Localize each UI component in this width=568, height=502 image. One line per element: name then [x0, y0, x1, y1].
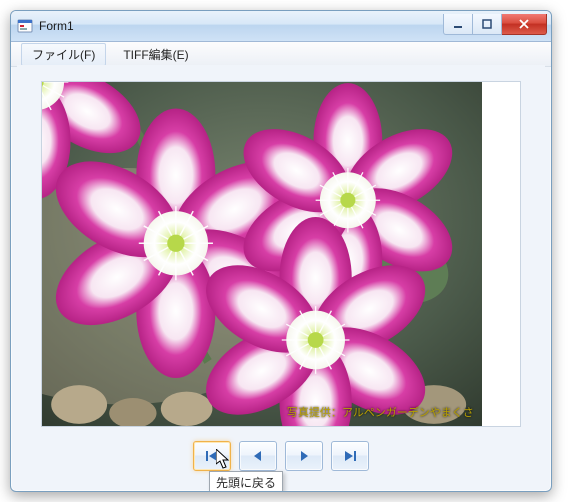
menu-bar: ファイル(F) TIFF編集(E) — [11, 42, 551, 67]
tooltip: 先頭に戻る — [209, 471, 283, 492]
first-button[interactable] — [193, 441, 231, 471]
menu-tiff-edit[interactable]: TIFF編集(E) — [112, 43, 199, 66]
nav-toolbar — [17, 441, 545, 471]
window-title: Form1 — [39, 19, 443, 33]
window-buttons — [443, 14, 547, 34]
minimize-button[interactable] — [443, 14, 473, 35]
image-view: 写真提供：アルペンガーデンやまくさ — [42, 82, 482, 426]
close-button[interactable] — [502, 14, 547, 35]
next-button[interactable] — [285, 441, 323, 471]
last-button[interactable] — [331, 441, 369, 471]
client-area: 写真提供：アルペンガーデンやまくさ — [17, 65, 545, 485]
menu-file[interactable]: ファイル(F) — [21, 43, 106, 66]
maximize-button[interactable] — [473, 14, 502, 35]
image-panel: 写真提供：アルペンガーデンやまくさ — [41, 81, 521, 427]
image-caption: 写真提供：アルペンガーデンやまくさ — [287, 404, 474, 420]
prev-button[interactable] — [239, 441, 277, 471]
app-icon — [17, 18, 33, 34]
title-bar[interactable]: Form1 — [11, 11, 551, 42]
window-frame: Form1 ファイル(F) TIFF編集(E) — [10, 10, 552, 492]
